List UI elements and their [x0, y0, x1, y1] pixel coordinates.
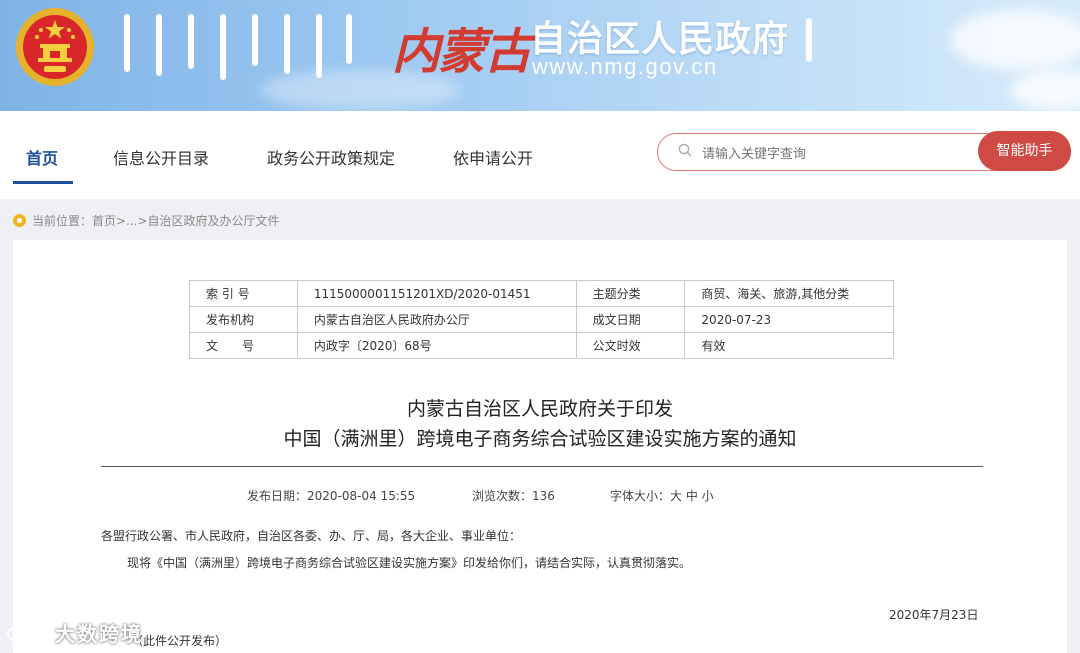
meta-label-topic: 主题分类 [575, 280, 686, 307]
mongolian-script-glyph [118, 14, 136, 84]
body-paragraph: 现将《中国（满洲里）跨境电子商务综合试验区建设实施方案》印发给你们，请结合实际，… [127, 556, 692, 570]
mongolian-script-glyph [340, 14, 358, 84]
document-title-line2: 中国（满洲里）跨境电子商务综合试验区建设实施方案的通知 [283, 428, 797, 450]
search-icon [678, 143, 692, 157]
meta-value-index: 1115000001151201XD/2020-01451 [296, 280, 577, 307]
table-row: 索 引 号 1115000001151201XD/2020-01451 主题分类… [189, 280, 894, 307]
nav-item-apply-disclosure[interactable]: 依申请公开 [453, 145, 533, 169]
meta-value-doc-number: 内政字〔2020〕68号 [296, 332, 577, 359]
watermark-text: 大数跨境 [54, 622, 143, 646]
nav-item-home[interactable]: 首页 [26, 145, 58, 169]
title-divider [101, 466, 983, 467]
search-input[interactable] [700, 141, 974, 165]
brush-logo: 内蒙古 [392, 24, 532, 80]
site-url: www.nmg.gov.cn [532, 54, 718, 79]
nav-item-info-catalog[interactable]: 信息公开目录 [113, 145, 209, 169]
header-banner: 内蒙古 自治区人民政府 www.nmg.gov.cn [0, 0, 1080, 111]
meta-label-index: 索 引 号 [189, 280, 298, 307]
breadcrumb-text[interactable]: 当前位置：首页>...>自治区政府及办公厅文件 [32, 214, 280, 228]
meta-value-publisher: 内蒙古自治区人民政府办公厅 [296, 306, 577, 333]
meta-value-written-date: 2020-07-23 [684, 306, 894, 333]
mongolian-script-glyph [310, 14, 328, 84]
main-nav: 首页 信息公开目录 政务公开政策规定 依申请公开 智能助手 [0, 111, 1080, 199]
watermark-logo-icon [7, 627, 43, 641]
mongolian-script-glyph [150, 14, 168, 84]
meta-value-topic: 商贸、海关、旅游,其他分类 [684, 280, 894, 307]
meta-label-publisher: 发布机构 [189, 306, 298, 333]
publish-date: 发布日期：2020-08-04 15:55 [247, 489, 416, 503]
nav-active-underline [13, 181, 73, 184]
meta-label-validity: 公文时效 [575, 332, 686, 359]
watermark: 大数跨境 [6, 618, 143, 647]
document-meta-table: 索 引 号 1115000001151201XD/2020-01451 主题分类… [189, 280, 894, 359]
smart-assistant-button[interactable]: 智能助手 [978, 131, 1071, 171]
mongolian-script-glyph [800, 18, 818, 88]
mongolian-script-glyph [278, 14, 296, 84]
mongolian-script-glyph [246, 14, 264, 84]
recipients-line: 各盟行政公署、市人民政府，自治区各委、办、厅、局，各大企业、事业单位： [101, 529, 522, 543]
location-pin-icon [13, 214, 26, 227]
content-panel: 索 引 号 1115000001151201XD/2020-01451 主题分类… [13, 240, 1067, 653]
national-emblem-icon [16, 8, 94, 86]
font-size-switch[interactable]: 字体大小：大 中 小 [610, 487, 714, 504]
table-row: 发布机构 内蒙古自治区人民政府办公厅 成文日期 2020-07-23 [189, 306, 894, 333]
table-row: 文 号 内政字〔2020〕68号 公文时效 有效 [189, 332, 894, 359]
mongolian-script-glyph [214, 14, 232, 84]
view-count: 浏览次数：136 [472, 489, 555, 503]
signing-date: 2020年7月23日 [889, 608, 979, 622]
meta-value-validity: 有效 [684, 332, 894, 359]
meta-label-doc-number: 文 号 [189, 332, 298, 359]
mongolian-script-glyph [182, 14, 200, 84]
document-title-line1: 内蒙古自治区人民政府关于印发 [406, 398, 673, 420]
nav-item-policy-rules[interactable]: 政务公开政策规定 [267, 145, 395, 169]
meta-label-written-date: 成文日期 [575, 306, 686, 333]
breadcrumb: 当前位置：首页>...>自治区政府及办公厅文件 [13, 212, 280, 229]
publication-note: （此件公开发布） [131, 634, 228, 648]
